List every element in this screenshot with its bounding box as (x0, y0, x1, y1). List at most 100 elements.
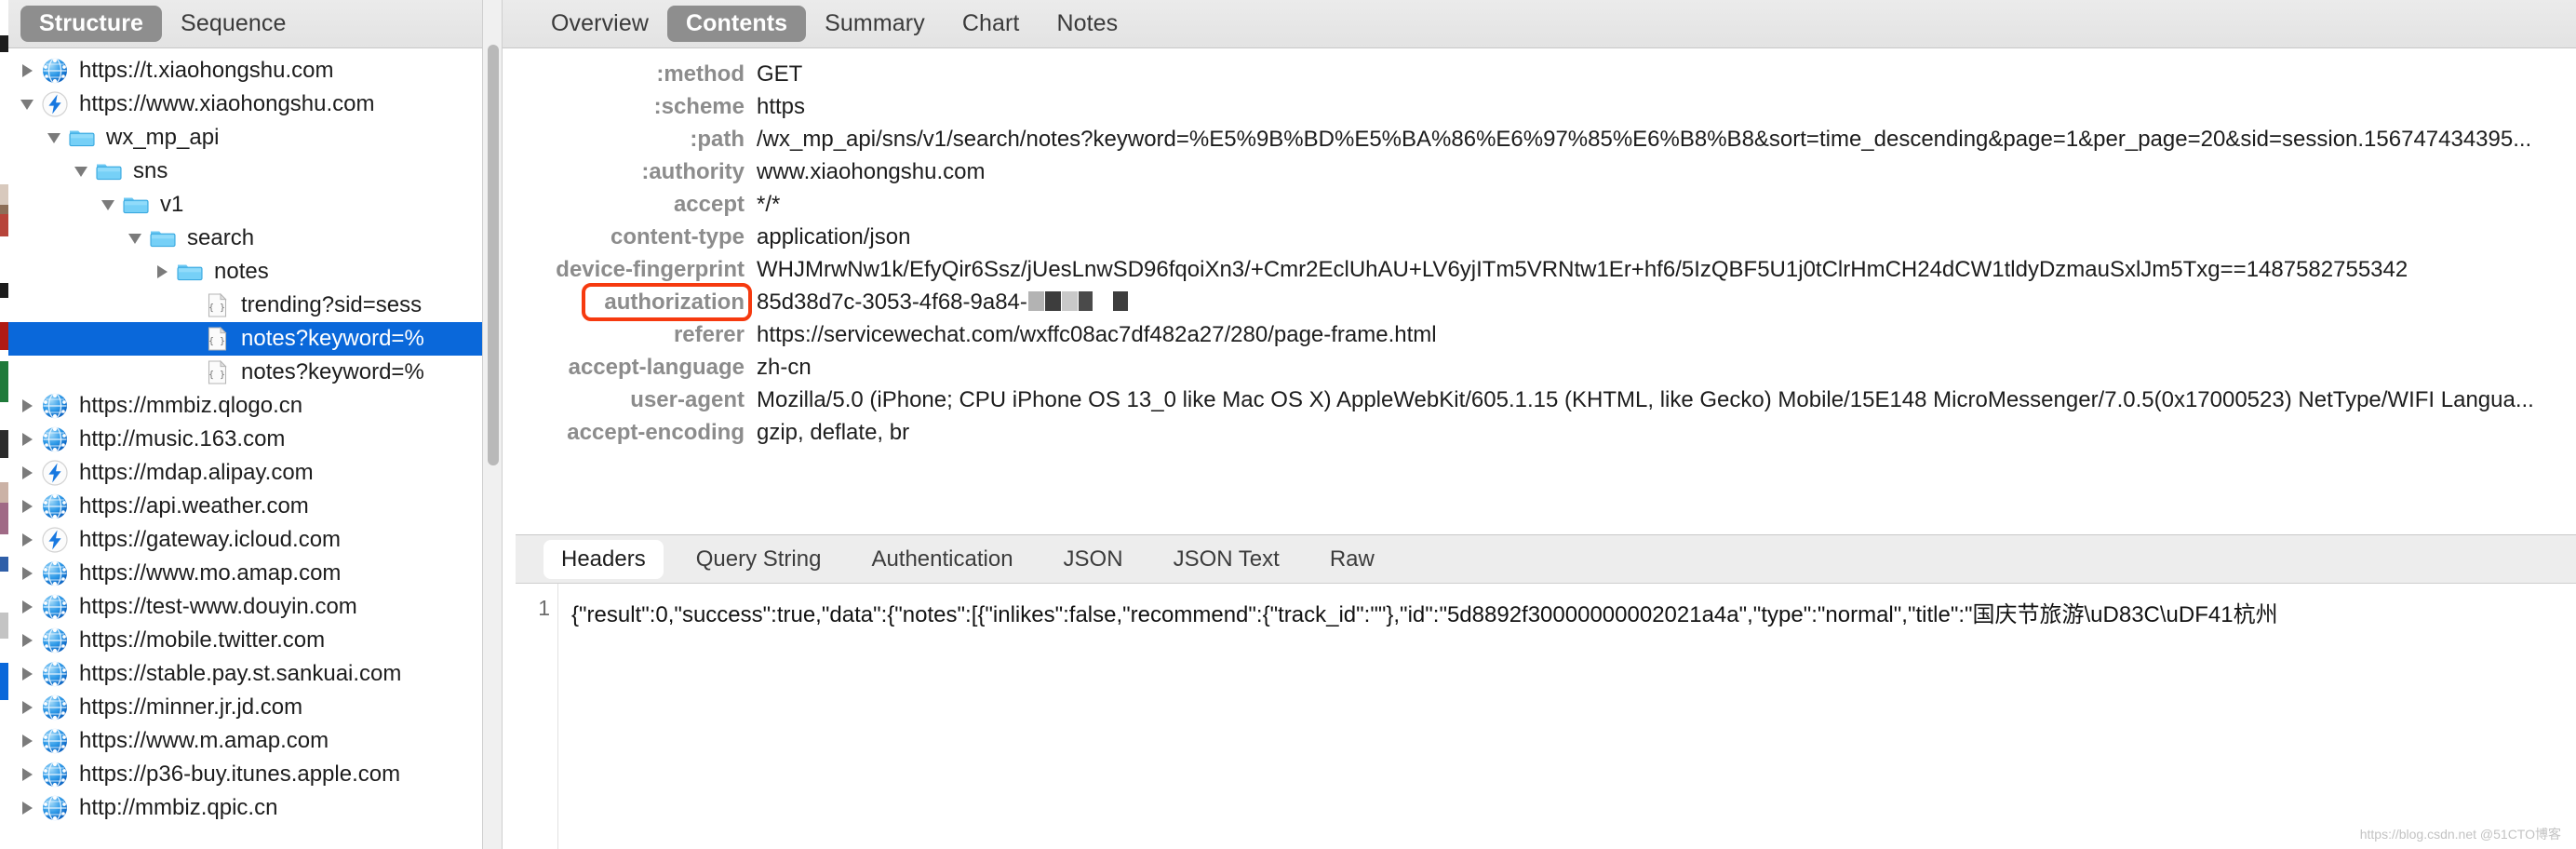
tree-item[interactable]: https://www.mo.amap.com (0, 557, 482, 590)
window-edge-strip (0, 0, 8, 849)
tree-twisty-open[interactable] (67, 166, 95, 177)
header-key: :path (690, 127, 745, 152)
left-panel-scrollbar-thumb[interactable] (488, 45, 499, 465)
header-key: accept-encoding (567, 420, 745, 445)
header-value[interactable]: https (745, 94, 2576, 120)
tree-item-label: https://t.xiaohongshu.com (79, 58, 334, 83)
tree-twisty-closed[interactable] (13, 600, 41, 613)
tree-twisty-closed[interactable] (13, 399, 41, 412)
tree-item[interactable]: http://mmbiz.qpic.cn (0, 791, 482, 825)
tree-twisty-closed[interactable] (13, 802, 41, 815)
header-key: referer (673, 322, 745, 347)
tree-item[interactable]: notes (0, 255, 482, 289)
header-value[interactable]: gzip, deflate, br (745, 420, 2576, 446)
header-key: :scheme (653, 94, 745, 119)
tree-item[interactable]: https://api.weather.com (0, 490, 482, 523)
header-key: authorization (503, 283, 752, 321)
tree-item[interactable]: https://t.xiaohongshu.com (0, 54, 482, 88)
tree-item[interactable]: https://minner.jr.jd.com (0, 691, 482, 724)
tree-item-label: notes (214, 259, 269, 284)
tree-item[interactable]: https://www.xiaohongshu.com (0, 88, 482, 121)
tree-twisty-closed[interactable] (13, 634, 41, 647)
tab-contents[interactable]: Contents (667, 5, 807, 43)
tree-item[interactable]: https://test-www.douyin.com (0, 590, 482, 624)
tree-item[interactable]: https://p36-buy.itunes.apple.com (0, 758, 482, 791)
response-body-text[interactable]: {"result":0,"success":true,"data":{"note… (558, 584, 2576, 849)
tree-twisty-open[interactable] (94, 199, 122, 210)
site-structure-tree[interactable]: https://t.xiaohongshu.com https://www.xia… (0, 48, 482, 849)
header-row[interactable]: device-fingerprint WHJMrwNw1k/EfyQir6Ssz/… (503, 257, 2576, 290)
tree-item[interactable]: wx_mp_api (0, 121, 482, 155)
globe-icon (41, 660, 69, 688)
tab-overview[interactable]: Overview (532, 6, 667, 43)
tree-item[interactable]: { } trending?sid=sess (0, 289, 482, 322)
tree-twisty-open[interactable] (13, 99, 41, 110)
header-row[interactable]: authorization 85d38d7c-3053-4f68-9a84- (503, 283, 2576, 322)
panel-splitter[interactable] (482, 0, 503, 849)
header-row[interactable]: accept-language zh-cn (503, 355, 2576, 387)
header-row[interactable]: content-type application/json (503, 224, 2576, 257)
header-row[interactable]: referer https://servicewechat.com/wxffc08… (503, 322, 2576, 355)
body-tab-raw[interactable]: Raw (1312, 540, 1392, 579)
header-value[interactable]: https://servicewechat.com/wxffc08ac7df48… (745, 322, 2576, 348)
right-tabbar: Overview Contents Summary Chart Notes (503, 0, 2576, 48)
tree-item[interactable]: https://www.m.amap.com (0, 724, 482, 758)
tree-twisty-closed[interactable] (13, 734, 41, 748)
tree-item[interactable]: https://gateway.icloud.com (0, 523, 482, 557)
tree-item[interactable]: { } notes?keyword=% (0, 322, 482, 356)
header-value[interactable]: /wx_mp_api/sns/v1/search/notes?keyword=%… (745, 127, 2576, 153)
tree-twisty-closed[interactable] (13, 433, 41, 446)
tree-item[interactable]: v1 (0, 188, 482, 222)
tree-twisty-open[interactable] (121, 233, 149, 244)
header-row[interactable]: :authority www.xiaohongshu.com (503, 159, 2576, 192)
tree-twisty-closed[interactable] (13, 667, 41, 681)
header-row[interactable]: accept */* (503, 192, 2576, 224)
header-value[interactable]: Mozilla/5.0 (iPhone; CPU iPhone OS 13_0 … (745, 387, 2576, 413)
header-value[interactable]: zh-cn (745, 355, 2576, 381)
tree-item[interactable]: https://mmbiz.qlogo.cn (0, 389, 482, 423)
body-tab-authentication[interactable]: Authentication (853, 540, 1030, 579)
header-value[interactable]: www.xiaohongshu.com (745, 159, 2576, 185)
tree-item[interactable]: https://mobile.twitter.com (0, 624, 482, 657)
tab-sequence[interactable]: Sequence (162, 6, 304, 43)
tree-twisty-closed[interactable] (13, 500, 41, 513)
body-tab-json[interactable]: JSON (1046, 540, 1141, 579)
tree-item[interactable]: http://music.163.com (0, 423, 482, 456)
tree-item-label: https://mdap.alipay.com (79, 460, 314, 485)
tree-twisty-closed[interactable] (13, 466, 41, 479)
header-row[interactable]: :path/wx_mp_api/sns/v1/search/notes?keyw… (503, 127, 2576, 159)
tree-twisty-closed[interactable] (13, 701, 41, 714)
tree-twisty-closed[interactable] (13, 768, 41, 781)
body-tab-query-string[interactable]: Query String (678, 540, 839, 579)
response-body-viewer[interactable]: 1 {"result":0,"success":true,"data":{"no… (516, 584, 2576, 849)
tab-structure[interactable]: Structure (20, 5, 163, 43)
header-value[interactable]: */* (745, 192, 2576, 218)
header-value[interactable]: WHJMrwNw1k/EfyQir6Ssz/jUesLnwSD96fqoiXn3… (745, 257, 2576, 283)
tree-twisty-closed[interactable] (148, 265, 176, 278)
header-value[interactable]: 85d38d7c-3053-4f68-9a84- (745, 290, 2576, 316)
tab-notes[interactable]: Notes (1038, 6, 1136, 43)
structure-panel: Structure Sequence https://t.xiaohongshu.… (0, 0, 482, 849)
tree-item-label: https://www.xiaohongshu.com (79, 91, 375, 116)
tree-item[interactable]: sns (0, 155, 482, 188)
header-value[interactable]: GET (745, 61, 2576, 88)
header-row[interactable]: :method GET (503, 61, 2576, 94)
tree-twisty-closed[interactable] (13, 64, 41, 77)
header-row[interactable]: accept-encoding gzip, deflate, br (503, 420, 2576, 452)
tree-twisty-open[interactable] (40, 132, 68, 143)
watermark-text: https://blog.csdn.net @51CTO博客 (2359, 827, 2561, 842)
header-row[interactable]: user-agent Mozilla/5.0 (iPhone; CPU iPhon… (503, 387, 2576, 420)
tree-item[interactable]: search (0, 222, 482, 255)
body-tab-headers[interactable]: Headers (543, 539, 664, 579)
body-tab-json-text[interactable]: JSON Text (1156, 540, 1297, 579)
tree-twisty-closed[interactable] (13, 567, 41, 580)
tree-item[interactable]: https://mdap.alipay.com (0, 456, 482, 490)
tab-chart[interactable]: Chart (944, 6, 1039, 43)
tree-item[interactable]: { } notes?keyword=% (0, 356, 482, 389)
tab-summary[interactable]: Summary (806, 6, 944, 43)
tree-item-label: https://minner.jr.jd.com (79, 694, 303, 720)
tree-item[interactable]: https://stable.pay.st.sankuai.com (0, 657, 482, 691)
tree-twisty-closed[interactable] (13, 533, 41, 546)
header-value[interactable]: application/json (745, 224, 2576, 250)
header-row[interactable]: :scheme https (503, 94, 2576, 127)
